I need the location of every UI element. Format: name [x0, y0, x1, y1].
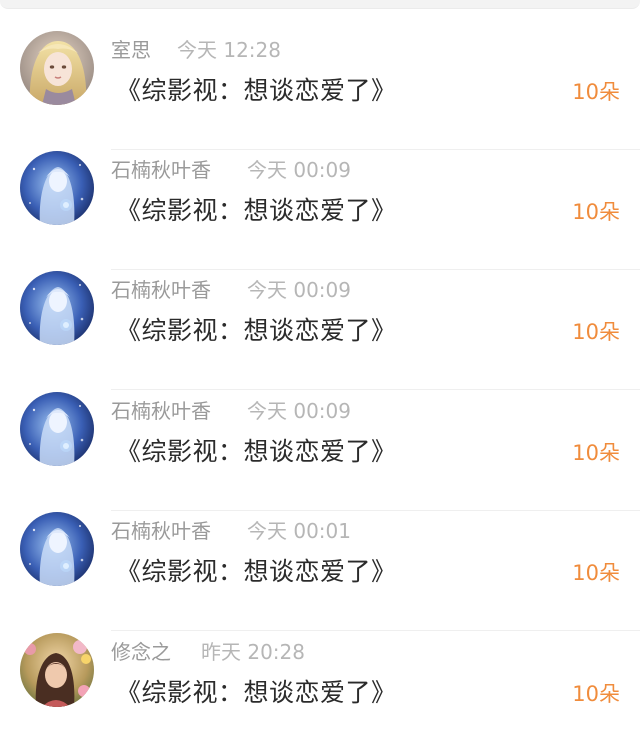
username[interactable]: 石楠秋叶香	[111, 154, 211, 183]
avatar-blonde-girl-icon[interactable]	[20, 31, 94, 105]
username[interactable]: 室思	[111, 34, 151, 63]
book-title[interactable]: 《综影视：想谈恋爱了》	[116, 311, 397, 347]
timestamp: 今天 00:09	[247, 399, 351, 423]
timestamp: 今天 00:01	[247, 519, 351, 543]
username[interactable]: 石楠秋叶香	[111, 274, 211, 303]
username[interactable]: 石楠秋叶香	[111, 515, 211, 544]
top-card-edge	[0, 0, 640, 9]
list-item[interactable]: 室思 今天 12:28 《综影视：想谈恋爱了》 10朵	[0, 31, 640, 151]
list-item[interactable]: 石楠秋叶香 今天 00:09 《综影视：想谈恋爱了》 10朵	[0, 271, 640, 391]
avatar-blue-fairy-icon[interactable]	[20, 392, 94, 466]
timestamp: 今天 00:09	[247, 158, 351, 182]
row-divider	[111, 149, 640, 150]
username[interactable]: 石楠秋叶香	[111, 395, 211, 424]
gift-amount: 10朵	[572, 441, 620, 465]
gift-amount: 10朵	[572, 80, 620, 104]
gift-amount: 10朵	[572, 682, 620, 706]
avatar-girl-flowers-icon[interactable]	[20, 633, 94, 707]
list-item[interactable]: 石楠秋叶香 今天 00:09 《综影视：想谈恋爱了》 10朵	[0, 151, 640, 271]
timestamp: 今天 00:09	[247, 278, 351, 302]
list-item[interactable]: 石楠秋叶香 今天 00:01 《综影视：想谈恋爱了》 10朵	[0, 512, 640, 632]
row-divider	[111, 510, 640, 511]
avatar-blue-fairy-icon[interactable]	[20, 512, 94, 586]
row-divider	[111, 269, 640, 270]
book-title[interactable]: 《综影视：想谈恋爱了》	[116, 71, 397, 107]
timestamp: 今天 12:28	[177, 38, 281, 62]
list-item[interactable]: 石楠秋叶香 今天 00:09 《综影视：想谈恋爱了》 10朵	[0, 392, 640, 512]
book-title[interactable]: 《综影视：想谈恋爱了》	[116, 191, 397, 227]
book-title[interactable]: 《综影视：想谈恋爱了》	[116, 432, 397, 468]
row-divider	[111, 389, 640, 390]
timestamp: 昨天 20:28	[201, 640, 305, 664]
book-title[interactable]: 《综影视：想谈恋爱了》	[116, 552, 397, 588]
book-title[interactable]: 《综影视：想谈恋爱了》	[116, 673, 397, 709]
gift-amount: 10朵	[572, 561, 620, 585]
avatar-blue-fairy-icon[interactable]	[20, 151, 94, 225]
username[interactable]: 修念之	[111, 636, 171, 665]
list-item[interactable]: 修念之 昨天 20:28 《综影视：想谈恋爱了》 10朵	[0, 633, 640, 734]
avatar-blue-fairy-icon[interactable]	[20, 271, 94, 345]
gift-amount: 10朵	[572, 320, 620, 344]
gift-amount: 10朵	[572, 200, 620, 224]
row-divider	[111, 630, 640, 631]
